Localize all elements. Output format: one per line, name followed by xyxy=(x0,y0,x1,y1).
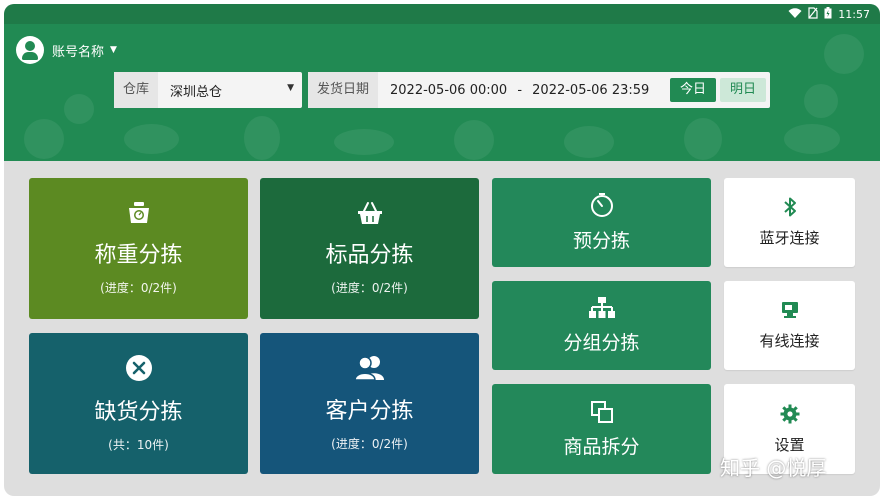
decorative-pattern xyxy=(784,124,840,154)
decorative-pattern xyxy=(824,34,864,74)
wired-tile[interactable]: 有线连接 xyxy=(724,281,855,370)
decorative-pattern xyxy=(804,84,838,118)
decorative-pattern xyxy=(24,119,64,159)
decorative-pattern xyxy=(64,94,94,124)
decorative-pattern xyxy=(454,120,494,160)
avatar xyxy=(16,36,44,64)
header: 账号名称 ▼ 仓库 深圳总仓 ▼ 发货日期 2022-05-06 00:00 -… xyxy=(4,24,880,161)
wired-title: 有线连接 xyxy=(759,332,820,350)
date-range-field[interactable]: 2022-05-06 00:00 - 2022-05-06 23:59 xyxy=(378,83,670,98)
basket-icon xyxy=(357,201,383,229)
copy-icon xyxy=(590,400,614,428)
tomorrow-button[interactable]: 明日 xyxy=(719,78,766,102)
bluetooth-title: 蓝牙连接 xyxy=(759,229,820,247)
wired-device-icon xyxy=(780,300,800,324)
weigh-sort-tile[interactable]: 称重分拣 (进度：0/2件) xyxy=(29,178,248,319)
timer-icon xyxy=(589,192,615,222)
ship-date-label: 发货日期 xyxy=(308,72,379,108)
customer-sort-tile[interactable]: 客户分拣 (进度：0/2件) xyxy=(260,333,479,474)
no-sim-icon xyxy=(808,7,818,22)
gear-icon xyxy=(780,404,800,428)
dropdown-arrow-icon: ▼ xyxy=(287,82,294,93)
date-start: 2022-05-06 00:00 xyxy=(390,82,508,98)
product-split-tile[interactable]: 商品拆分 xyxy=(492,384,711,474)
decorative-pattern xyxy=(684,118,722,160)
pre-sort-title: 预分拣 xyxy=(572,230,630,252)
warehouse-value: 深圳总仓 xyxy=(170,84,223,100)
status-time: 11:57 xyxy=(838,8,870,21)
weigh-sort-title: 称重分拣 xyxy=(94,243,183,268)
shortage-sort-title: 缺货分拣 xyxy=(94,400,183,425)
scale-icon xyxy=(126,201,152,229)
date-separator: - xyxy=(517,82,523,98)
shortage-sort-tile[interactable]: 缺货分拣 (共：10件) xyxy=(29,333,248,474)
status-bar: 11:57 xyxy=(4,4,880,24)
bluetooth-tile[interactable]: 蓝牙连接 xyxy=(724,178,855,267)
product-split-title: 商品拆分 xyxy=(563,435,640,458)
warehouse-select[interactable]: 仓库 深圳总仓 ▼ xyxy=(114,72,302,108)
weigh-sort-progress: (进度：0/2件) xyxy=(100,281,177,295)
standard-sort-progress: (进度：0/2件) xyxy=(331,281,408,295)
bluetooth-icon xyxy=(783,197,797,221)
group-sort-title: 分组分拣 xyxy=(563,332,640,354)
battery-icon xyxy=(824,7,832,22)
standard-sort-tile[interactable]: 标品分拣 (进度：0/2件) xyxy=(260,178,479,319)
decorative-pattern xyxy=(564,126,614,158)
watermark: 知乎 @悦厚 xyxy=(720,456,827,480)
caret-down-icon: ▼ xyxy=(110,45,117,55)
customer-sort-title: 客户分拣 xyxy=(325,399,414,424)
date-end: 2022-05-06 23:59 xyxy=(532,82,650,98)
shortage-sort-count: (共：10件) xyxy=(108,438,169,452)
today-button[interactable]: 今日 xyxy=(669,78,716,102)
app-frame: 11:57 账号名称 ▼ 仓库 深圳总仓 ▼ 发货日期 2022-05-06 0… xyxy=(4,4,880,496)
pre-sort-tile[interactable]: 预分拣 xyxy=(492,178,711,267)
decorative-pattern xyxy=(244,116,280,160)
decorative-pattern xyxy=(334,129,394,155)
ship-date-range: 发货日期 2022-05-06 00:00 - 2022-05-06 23:59… xyxy=(308,72,770,108)
decorative-pattern xyxy=(124,124,179,154)
account-menu[interactable]: 账号名称 ▼ xyxy=(16,36,117,64)
users-icon xyxy=(353,355,386,385)
standard-sort-title: 标品分拣 xyxy=(325,243,414,268)
wifi-icon xyxy=(788,7,802,22)
cancel-circle-icon xyxy=(125,354,153,386)
customer-sort-progress: (进度：0/2件) xyxy=(331,437,408,451)
group-sort-tile[interactable]: 分组分拣 xyxy=(492,281,711,370)
warehouse-label: 仓库 xyxy=(114,72,159,108)
account-name: 账号名称 xyxy=(52,44,105,60)
hierarchy-icon xyxy=(588,296,616,324)
